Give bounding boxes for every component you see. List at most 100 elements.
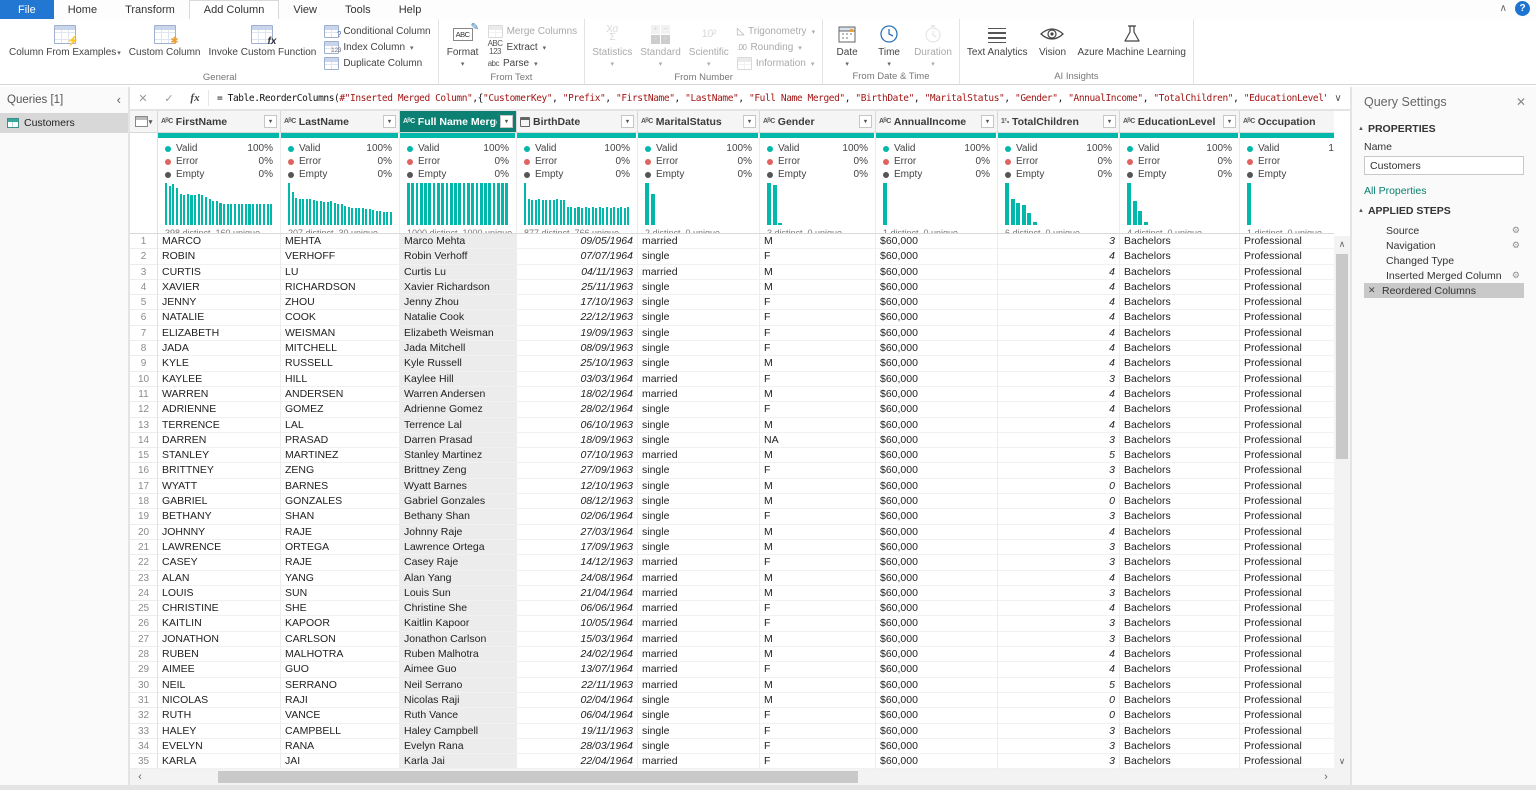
- cell[interactable]: WYATT: [158, 479, 281, 494]
- cell[interactable]: 10/05/1964: [517, 616, 638, 631]
- cell[interactable]: Bachelors: [1120, 494, 1240, 509]
- cell[interactable]: MARTINEZ: [281, 448, 400, 463]
- cell[interactable]: BETHANY: [158, 509, 281, 524]
- cell[interactable]: 28/03/1964: [517, 739, 638, 754]
- column-header-gender[interactable]: AᴮCGender▾: [760, 111, 876, 133]
- cell[interactable]: Terrence Lal: [400, 418, 517, 433]
- cell[interactable]: $60,000: [876, 754, 998, 769]
- cell[interactable]: EVELYN: [158, 739, 281, 754]
- help-icon[interactable]: ?: [1515, 1, 1530, 16]
- cell[interactable]: ALAN: [158, 571, 281, 586]
- cell[interactable]: 02/06/1964: [517, 509, 638, 524]
- cell[interactable]: $60,000: [876, 555, 998, 570]
- cell[interactable]: 17/10/1963: [517, 295, 638, 310]
- cell[interactable]: 4: [998, 265, 1120, 280]
- scroll-right-icon[interactable]: ›: [1318, 769, 1334, 785]
- cell[interactable]: Neil Serrano: [400, 678, 517, 693]
- value-distribution-histogram[interactable]: [760, 181, 875, 225]
- column-header-lastname[interactable]: AᴮCLastName▾: [281, 111, 400, 133]
- cell[interactable]: F: [760, 372, 876, 387]
- cell[interactable]: RANA: [281, 739, 400, 754]
- cell[interactable]: 4: [998, 341, 1120, 356]
- filter-dropdown-icon[interactable]: ▾: [264, 115, 277, 128]
- cell[interactable]: 0: [998, 494, 1120, 509]
- cell[interactable]: Professional: [1240, 280, 1334, 295]
- cell[interactable]: 3: [998, 754, 1120, 769]
- cell[interactable]: married: [638, 601, 760, 616]
- cell[interactable]: F: [760, 326, 876, 341]
- invoke-custom-function-button[interactable]: fx Invoke Custom Function: [205, 21, 319, 58]
- cell[interactable]: $60,000: [876, 326, 998, 341]
- cell[interactable]: 28/02/1964: [517, 402, 638, 417]
- trigonometry-button[interactable]: ◺ Trigonometry▾: [734, 24, 818, 39]
- cell[interactable]: Bachelors: [1120, 693, 1240, 708]
- cell[interactable]: 08/12/1963: [517, 494, 638, 509]
- cell[interactable]: Nicolas Raji: [400, 693, 517, 708]
- cell[interactable]: SERRANO: [281, 678, 400, 693]
- cell[interactable]: married: [638, 754, 760, 769]
- cell[interactable]: LU: [281, 265, 400, 280]
- filter-dropdown-icon[interactable]: ▾: [859, 115, 872, 128]
- cell[interactable]: NATALIE: [158, 310, 281, 325]
- cell[interactable]: Bachelors: [1120, 540, 1240, 555]
- cell[interactable]: married: [638, 616, 760, 631]
- cell[interactable]: 18/09/1963: [517, 433, 638, 448]
- cell[interactable]: Bachelors: [1120, 280, 1240, 295]
- column-header-occupation[interactable]: AᴮCOccupation▾: [1240, 111, 1334, 133]
- cell[interactable]: Louis Sun: [400, 586, 517, 601]
- filter-dropdown-icon[interactable]: ▾: [1103, 115, 1116, 128]
- cell[interactable]: $60,000: [876, 402, 998, 417]
- text-analytics-button[interactable]: Text Analytics: [964, 21, 1031, 58]
- cell[interactable]: single: [638, 249, 760, 264]
- cell[interactable]: 4: [998, 601, 1120, 616]
- cell[interactable]: F: [760, 754, 876, 769]
- select-all-columns-button[interactable]: ▾: [130, 111, 158, 133]
- information-button[interactable]: Information▾: [734, 56, 818, 71]
- cell[interactable]: JAI: [281, 754, 400, 769]
- cell[interactable]: CAMPBELL: [281, 724, 400, 739]
- cell[interactable]: Professional: [1240, 310, 1334, 325]
- cell[interactable]: Professional: [1240, 678, 1334, 693]
- cell[interactable]: M: [760, 525, 876, 540]
- cell[interactable]: 3: [998, 433, 1120, 448]
- parse-button[interactable]: abc Parse▾: [485, 56, 581, 71]
- cell[interactable]: Elizabeth Weisman: [400, 326, 517, 341]
- cell[interactable]: Bachelors: [1120, 310, 1240, 325]
- cell[interactable]: Professional: [1240, 525, 1334, 540]
- cell[interactable]: 06/04/1964: [517, 708, 638, 723]
- value-distribution-histogram[interactable]: [281, 181, 399, 225]
- merge-columns-button[interactable]: Merge Columns: [485, 24, 581, 39]
- cell[interactable]: Professional: [1240, 494, 1334, 509]
- cell[interactable]: Bachelors: [1120, 662, 1240, 677]
- cell[interactable]: Professional: [1240, 295, 1334, 310]
- cell[interactable]: $60,000: [876, 540, 998, 555]
- cell[interactable]: Gabriel Gonzales: [400, 494, 517, 509]
- cell[interactable]: Bachelors: [1120, 265, 1240, 280]
- cell[interactable]: 09/05/1964: [517, 234, 638, 249]
- collapse-triangle-icon[interactable]: ▲: [1358, 208, 1364, 214]
- applied-step-reordered-columns[interactable]: ✕Reordered Columns: [1364, 283, 1524, 298]
- cell[interactable]: HILL: [281, 372, 400, 387]
- cell[interactable]: Bachelors: [1120, 571, 1240, 586]
- cell[interactable]: 18/02/1964: [517, 387, 638, 402]
- cell[interactable]: 3: [998, 372, 1120, 387]
- cell[interactable]: Professional: [1240, 708, 1334, 723]
- cell[interactable]: SHE: [281, 601, 400, 616]
- cell[interactable]: JONATHON: [158, 632, 281, 647]
- cell[interactable]: Curtis Lu: [400, 265, 517, 280]
- cell[interactable]: 4: [998, 326, 1120, 341]
- cell[interactable]: Professional: [1240, 632, 1334, 647]
- applied-step-source[interactable]: Source⚙: [1364, 223, 1524, 238]
- value-distribution-histogram[interactable]: [638, 181, 759, 225]
- cell[interactable]: Professional: [1240, 341, 1334, 356]
- cell[interactable]: DARREN: [158, 433, 281, 448]
- cell[interactable]: married: [638, 571, 760, 586]
- cell[interactable]: single: [638, 693, 760, 708]
- column-header-full-name-merged[interactable]: AᴮCFull Name Merged▾: [400, 111, 517, 133]
- cell[interactable]: 08/09/1963: [517, 341, 638, 356]
- cell[interactable]: M: [760, 448, 876, 463]
- cell[interactable]: Professional: [1240, 601, 1334, 616]
- cell[interactable]: Jenny Zhou: [400, 295, 517, 310]
- cell[interactable]: Bachelors: [1120, 616, 1240, 631]
- cell[interactable]: Bachelors: [1120, 678, 1240, 693]
